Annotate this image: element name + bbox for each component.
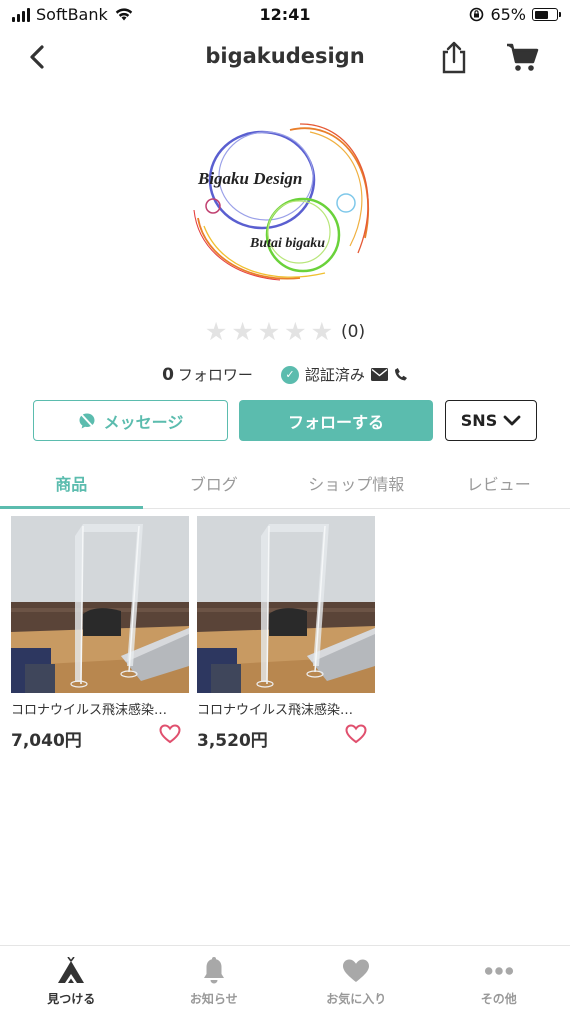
star-icon: ★ (257, 317, 281, 346)
message-button[interactable]: メッセージ (33, 400, 228, 441)
star-icon: ★ (231, 317, 254, 346)
star-icon: ★ (310, 317, 333, 346)
tab-products[interactable]: 商品 (0, 458, 143, 509)
tent-icon (56, 957, 86, 984)
shop-logo: Bigaku Design Butai bigaku (190, 118, 385, 293)
tab-blog[interactable]: ブログ (143, 458, 286, 508)
follow-label: フォローする (287, 412, 384, 432)
nav-favorites[interactable]: お気に入り (285, 946, 428, 1013)
product-photo (197, 516, 375, 693)
mail-icon (370, 368, 388, 381)
bigaku-design-logo: Bigaku Design Butai bigaku (193, 123, 370, 281)
bottom-nav: 見つける お知らせ お気に入り その他 (0, 945, 570, 1013)
star-icon: ★ (284, 317, 307, 346)
nav-more[interactable]: その他 (428, 946, 570, 1013)
product-title[interactable]: コロナウイルス飛沫感染… (197, 699, 375, 718)
check-icon: ✓ (280, 365, 299, 384)
status-bar: SoftBank 12:41 65% (0, 0, 570, 30)
share-button[interactable] (438, 40, 470, 74)
tab-reviews[interactable]: レビュー (428, 458, 570, 508)
product-card[interactable]: コロナウイルス飛沫感染… 7,040円 (11, 516, 189, 751)
favorite-heart-icon[interactable] (345, 724, 367, 744)
cart-button[interactable] (505, 42, 539, 72)
product-image[interactable] (11, 516, 189, 693)
battery-level (534, 10, 549, 19)
nav-more-label: その他 (480, 992, 517, 1006)
shop-rating: ★ ★ ★ ★ ★ (0) (0, 318, 570, 346)
nav-discover-label: 見つける (47, 992, 96, 1006)
rotation-lock-icon (470, 7, 484, 22)
nav-bar: bigakudesign (0, 30, 570, 86)
star-icon: ★ (204, 317, 228, 346)
product-card[interactable]: コロナウイルス飛沫感染… 3,520円 (197, 516, 375, 751)
battery-icon (532, 8, 561, 21)
follower-count[interactable]: 0 (162, 365, 174, 385)
phone-icon (394, 368, 407, 381)
logo-text-primary: Bigaku Design (197, 169, 302, 188)
heart-icon (341, 958, 371, 984)
share-icon (442, 41, 466, 74)
cart-icon (507, 43, 539, 71)
favorite-heart-icon[interactable] (159, 724, 181, 744)
nav-favorites-label: お気に入り (326, 992, 387, 1006)
sns-dropdown[interactable]: SNS (445, 400, 537, 441)
product-photo (11, 516, 189, 693)
nav-notifications[interactable]: お知らせ (143, 946, 286, 1013)
verified-badge: ✓ 認証済み (280, 364, 408, 385)
product-image[interactable] (197, 516, 375, 693)
nav-notifications-label: お知らせ (189, 992, 238, 1006)
bell-icon (199, 957, 229, 984)
page-title: bigakudesign (205, 44, 365, 68)
sns-label: SNS (460, 411, 498, 430)
tab-shop-info[interactable]: ショップ情報 (285, 458, 428, 508)
message-icon (79, 412, 95, 428)
battery-percent: 65% (490, 5, 526, 24)
more-icon (484, 958, 514, 984)
message-label: メッセージ (103, 412, 184, 432)
follow-button[interactable]: フォローする (239, 400, 433, 441)
shop-tabs: 商品 ブログ ショップ情報 レビュー (0, 458, 570, 509)
verified-label: 認証済み (304, 366, 365, 384)
rating-count: (0) (341, 322, 366, 342)
nav-discover[interactable]: 見つける (0, 946, 143, 1013)
follow-info: 0 フォロワー ✓ 認証済み (0, 364, 570, 385)
follower-label[interactable]: フォロワー (178, 364, 253, 385)
logo-text-secondary: Butai bigaku (249, 236, 325, 251)
battery-area: 65% (469, 5, 561, 24)
chevron-down-icon (503, 415, 521, 425)
product-title[interactable]: コロナウイルス飛沫感染… (11, 699, 189, 718)
